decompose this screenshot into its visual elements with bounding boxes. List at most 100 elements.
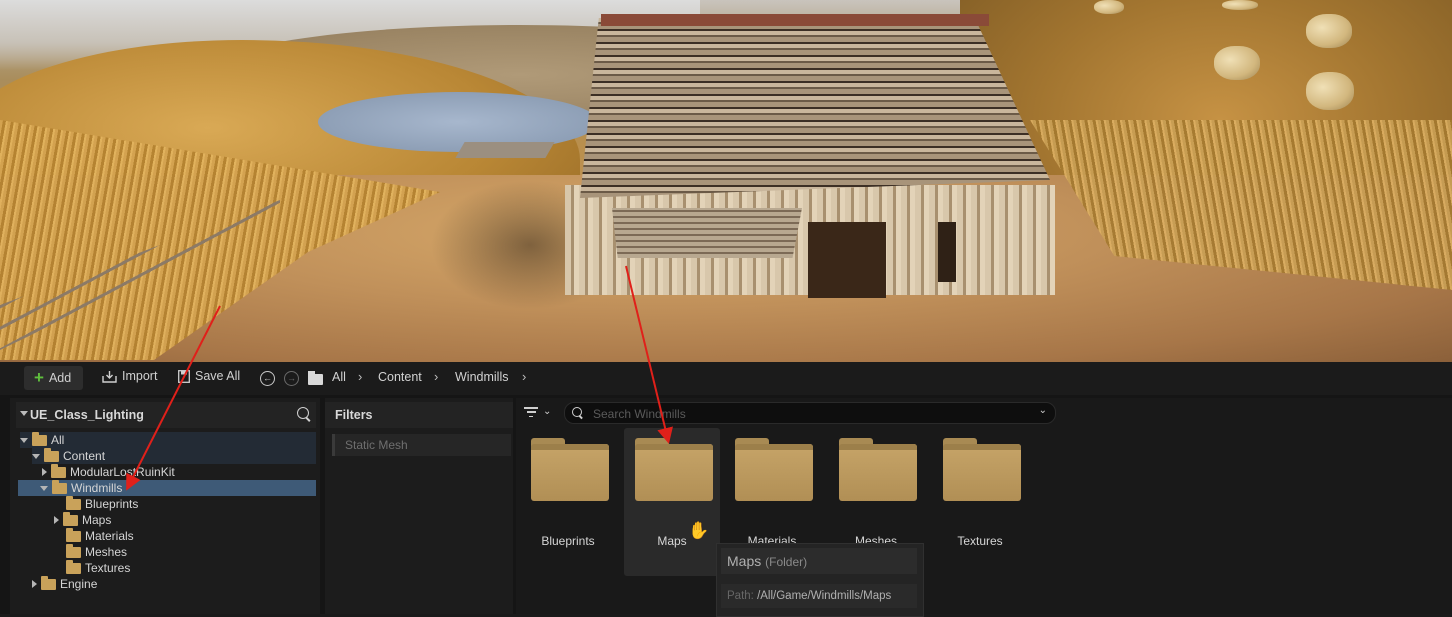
breadcrumb-all[interactable]: All xyxy=(332,370,346,384)
folder-icon xyxy=(66,495,81,510)
tree-item-label: Materials xyxy=(85,529,134,543)
tree-item-modularlostruinkit[interactable]: ModularLostRuinKit xyxy=(42,463,175,480)
search-icon[interactable] xyxy=(297,407,309,419)
forward-button[interactable]: → xyxy=(284,371,299,386)
tree-item-materials[interactable]: Materials xyxy=(54,527,134,544)
breadcrumb-chevron-icon[interactable]: › xyxy=(522,369,526,384)
hay-bale xyxy=(1222,0,1258,10)
import-button[interactable]: Import xyxy=(102,369,157,383)
search-bar[interactable]: ⌄ xyxy=(564,402,1056,424)
folder-icon xyxy=(51,463,66,478)
level-viewport[interactable] xyxy=(0,0,1452,362)
viewport-lake xyxy=(318,92,598,152)
tree-item-label: Blueprints xyxy=(85,497,139,511)
breadcrumb-chevron-icon[interactable]: › xyxy=(358,369,362,384)
save-all-button[interactable]: Save All xyxy=(178,369,240,383)
add-button-label: Add xyxy=(48,371,72,385)
filter-label: Static Mesh xyxy=(345,438,408,452)
arrow-left-icon: ← xyxy=(263,373,272,383)
breadcrumb-content[interactable]: Content xyxy=(378,370,422,384)
chevron-down-icon[interactable]: ⌄ xyxy=(543,406,551,417)
hay-bale xyxy=(1306,72,1354,110)
filter-static-mesh[interactable]: Static Mesh xyxy=(332,434,511,456)
back-button[interactable]: ← xyxy=(260,371,275,386)
save-icon xyxy=(178,369,190,383)
import-icon xyxy=(102,370,117,383)
tree-item-engine[interactable]: Engine xyxy=(32,575,97,592)
hay-bale xyxy=(1094,0,1124,14)
filters-title: Filters xyxy=(335,408,373,422)
tree-header[interactable]: UE_Class_Lighting xyxy=(16,402,316,428)
expand-arrow-icon[interactable] xyxy=(54,516,59,524)
hand-cursor-icon: ✋ xyxy=(688,521,710,540)
folder-tooltip: Maps (Folder) Path: /All/Game/Windmills/… xyxy=(716,543,924,617)
asset-label: Blueprints xyxy=(541,534,595,548)
tree-item-textures[interactable]: Textures xyxy=(54,559,131,576)
asset-label: Textures xyxy=(957,534,1003,548)
tree-item-label: All xyxy=(51,433,65,447)
barn-door xyxy=(808,222,886,298)
asset-folder-maps[interactable]: Maps ✋ xyxy=(624,428,720,576)
expand-arrow-icon[interactable] xyxy=(32,453,40,459)
tree-item-label: Textures xyxy=(85,561,131,575)
tree-item-content[interactable]: Content xyxy=(32,447,316,464)
plus-icon: + xyxy=(34,368,44,387)
search-input[interactable] xyxy=(591,405,1025,422)
folder-icon xyxy=(32,431,47,446)
folder-icon xyxy=(531,438,609,501)
tree-item-meshes[interactable]: Meshes xyxy=(54,543,128,560)
viewport-dock xyxy=(455,142,555,158)
tree-item-all[interactable]: All xyxy=(20,431,316,448)
barn-porch xyxy=(612,208,802,258)
folder-icon xyxy=(839,438,917,501)
tree-item-maps[interactable]: Maps xyxy=(54,511,111,528)
tree-item-label: Content xyxy=(63,449,106,463)
hay-bale xyxy=(1306,14,1352,48)
folder-icon xyxy=(943,438,1021,501)
project-title: UE_Class_Lighting xyxy=(30,408,144,422)
expand-arrow-icon[interactable] xyxy=(32,580,37,588)
tooltip-path-value: /All/Game/Windmills/Maps xyxy=(757,590,892,602)
chevron-down-icon[interactable]: ⌄ xyxy=(1039,405,1047,416)
content-browser: + Add Import Save All ← → All › Content xyxy=(0,362,1452,617)
folder-icon xyxy=(635,438,713,501)
folder-icon xyxy=(735,438,813,501)
barn-roof-ridge xyxy=(601,14,989,26)
search-icon xyxy=(572,407,582,417)
tooltip-type: (Folder) xyxy=(765,555,808,569)
tree-item-label: Meshes xyxy=(85,545,128,559)
barn-side-door xyxy=(938,222,956,282)
collapse-arrow-icon[interactable] xyxy=(20,411,28,416)
folder-icon xyxy=(66,527,81,542)
hay-bale xyxy=(1214,46,1260,80)
breadcrumb-chevron-icon[interactable]: › xyxy=(434,369,438,384)
folder-icon xyxy=(44,447,59,462)
expand-arrow-icon[interactable] xyxy=(20,437,28,443)
import-button-label: Import xyxy=(122,369,158,383)
expand-arrow-icon[interactable] xyxy=(40,485,48,491)
content-browser-toolbar: + Add Import Save All ← → All › Content xyxy=(0,362,1452,395)
filters-panel: Filters Static Mesh xyxy=(325,398,513,614)
folder-icon xyxy=(41,575,56,590)
arrow-right-icon: → xyxy=(287,373,296,383)
tree-item-windmills[interactable]: Windmills xyxy=(18,479,316,496)
folder-icon xyxy=(66,559,81,574)
tree-item-blueprints[interactable]: Blueprints xyxy=(54,495,139,512)
asset-view: ⌄ ⌄ Blueprints Maps ✋ Materials Meshes T… xyxy=(516,398,1452,614)
tooltip-name: Maps xyxy=(727,553,762,569)
folder-icon xyxy=(52,479,67,494)
filter-icon[interactable] xyxy=(524,407,538,418)
folder-icon xyxy=(66,543,81,558)
save-all-button-label: Save All xyxy=(195,369,241,383)
tree-item-label: ModularLostRuinKit xyxy=(70,465,175,479)
filters-header[interactable]: Filters xyxy=(325,402,513,428)
folder-icon xyxy=(63,511,78,526)
breadcrumb-windmills[interactable]: Windmills xyxy=(455,370,508,384)
asset-folder-textures[interactable]: Textures xyxy=(932,434,1028,574)
folder-icon xyxy=(308,371,323,385)
add-button[interactable]: + Add xyxy=(24,366,84,390)
asset-folder-blueprints[interactable]: Blueprints xyxy=(520,434,616,574)
tooltip-path-label: Path: xyxy=(727,590,754,602)
tree-item-label: Windmills xyxy=(71,481,123,495)
expand-arrow-icon[interactable] xyxy=(42,468,47,476)
